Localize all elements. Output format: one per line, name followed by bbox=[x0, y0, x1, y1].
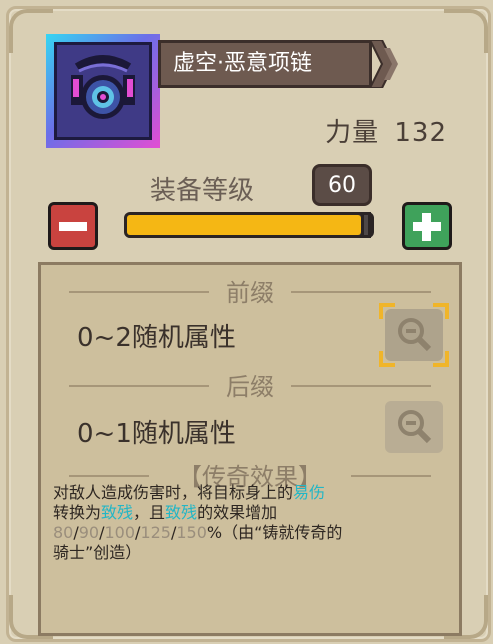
level-slider-handle[interactable] bbox=[361, 212, 371, 238]
attributes-panel: 前缀 0~2随机属性 后缀 0~1随机属性 【传奇效果】 对敌人造成伤害时，将目… bbox=[38, 262, 462, 636]
power-stat: 力量 132 bbox=[325, 118, 447, 148]
equipment-level-value: 60 bbox=[312, 164, 372, 206]
suffix-inspect-button[interactable] bbox=[385, 401, 443, 453]
prefix-inspect-button[interactable] bbox=[379, 303, 449, 367]
item-icon-frame bbox=[46, 34, 160, 148]
suffix-title: 后缀 bbox=[226, 373, 274, 401]
equipment-level-label: 装备等级 bbox=[150, 176, 255, 206]
minus-icon bbox=[59, 222, 87, 231]
item-name: 虚空·恶意项链 bbox=[158, 40, 372, 88]
prefix-attribute-text: 0~2随机属性 bbox=[77, 323, 236, 353]
level-slider[interactable] bbox=[124, 212, 374, 238]
magnifier-icon bbox=[398, 410, 432, 444]
void-necklace-icon bbox=[54, 42, 152, 140]
decrease-level-button[interactable] bbox=[48, 202, 98, 250]
chevron-right-icon bbox=[370, 40, 398, 88]
suffix-attribute-text: 0~1随机属性 bbox=[77, 419, 236, 449]
level-slider-fill bbox=[127, 215, 361, 235]
legendary-effect-description: 对敌人造成伤害时，将目标身上的易伤 转换为致残，且致残的效果增加 80/90/1… bbox=[53, 483, 343, 562]
prefix-title: 前缀 bbox=[226, 279, 274, 307]
increase-level-button[interactable] bbox=[402, 202, 452, 250]
